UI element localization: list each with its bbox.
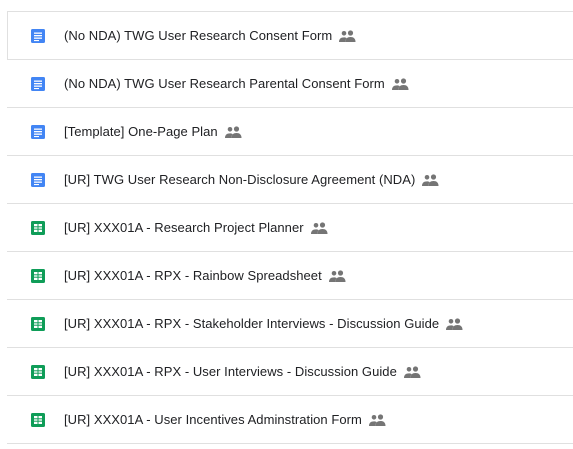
- file-row[interactable]: [UR] XXX01A - RPX - Rainbow Spreadsheet: [7, 252, 573, 300]
- google-sheets-icon: [30, 268, 46, 284]
- google-docs-icon: [30, 76, 46, 92]
- google-docs-icon: [30, 172, 46, 188]
- shared-people-icon: [422, 173, 440, 187]
- google-sheets-icon: [30, 412, 46, 428]
- file-row[interactable]: (No NDA) TWG User Research Parental Cons…: [7, 60, 573, 108]
- google-sheets-icon: [30, 220, 46, 236]
- file-name: [UR] XXX01A - Research Project Planner: [64, 220, 304, 235]
- google-docs-icon: [30, 28, 46, 44]
- file-name: [UR] XXX01A - RPX - Rainbow Spreadsheet: [64, 268, 322, 283]
- file-name: [UR] XXX01A - RPX - Stakeholder Intervie…: [64, 316, 440, 331]
- shared-people-icon: [224, 125, 243, 139]
- google-sheets-icon: [30, 364, 46, 380]
- file-row[interactable]: [UR] XXX01A - Research Project Planner: [7, 204, 573, 252]
- shared-people-icon: [310, 221, 329, 235]
- file-row[interactable]: [UR] XXX01A - User Incentives Adminstrat…: [7, 396, 573, 444]
- shared-people-icon: [328, 269, 347, 283]
- shared-people-icon: [368, 413, 387, 427]
- google-sheets-icon: [30, 316, 46, 332]
- file-row[interactable]: [UR] XXX01A - RPX - Stakeholder Intervie…: [7, 300, 573, 348]
- file-row[interactable]: (No NDA) TWG User Research Consent Form: [7, 12, 573, 60]
- shared-people-icon: [391, 77, 410, 91]
- file-name: [UR] XXX01A - User Incentives Adminstrat…: [64, 412, 362, 427]
- file-row[interactable]: [Template] One-Page Plan: [7, 108, 573, 156]
- shared-people-icon: [446, 317, 464, 331]
- google-docs-icon: [30, 124, 46, 140]
- file-name: [UR] XXX01A - RPX - User Interviews - Di…: [64, 364, 397, 379]
- file-name: [UR] TWG User Research Non-Disclosure Ag…: [64, 172, 416, 187]
- file-name: [Template] One-Page Plan: [64, 124, 218, 139]
- shared-people-icon: [403, 365, 422, 379]
- file-name: (No NDA) TWG User Research Consent Form: [64, 28, 333, 43]
- file-row[interactable]: [UR] XXX01A - RPX - User Interviews - Di…: [7, 348, 573, 396]
- file-row[interactable]: [UR] TWG User Research Non-Disclosure Ag…: [7, 156, 573, 204]
- shared-people-icon: [339, 29, 357, 43]
- file-name: (No NDA) TWG User Research Parental Cons…: [64, 76, 385, 91]
- file-list: (No NDA) TWG User Research Consent Form …: [7, 11, 573, 444]
